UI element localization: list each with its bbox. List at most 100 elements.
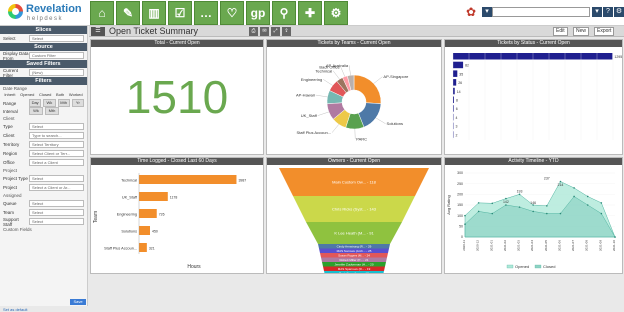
email-icon[interactable]: ✉ [260,27,269,36]
project-type-select[interactable]: Select [29,175,84,182]
gp-icon[interactable]: gp [246,1,270,25]
time-bar[interactable] [139,175,236,184]
interval-option-wk[interactable]: Wk [29,107,43,115]
type-select[interactable]: Select [29,123,84,130]
timeline-point[interactable] [491,213,493,215]
timeline-point[interactable] [601,213,603,215]
timeline-x-tick: 2021-07 [571,240,575,251]
home-icon[interactable]: ⌂ [90,1,114,25]
timeline-point[interactable] [491,202,493,204]
filter-row: QueueSelect [0,199,87,208]
team-select[interactable]: Select [29,209,84,216]
timeline-value-label: 214 [558,183,564,187]
owners-panel: Owners - Current Open Main Custom Ow... … [266,157,442,274]
user-avatar-icon[interactable]: ✿ [466,5,480,19]
timeline-point[interactable] [519,206,521,208]
support-staff-label: Support Staff [3,217,29,227]
menu-icon[interactable]: ☰ [91,27,105,36]
date-range-radio-closed[interactable]: Closed [39,92,51,99]
range-option-yr[interactable]: Yr [72,99,84,107]
queue-select[interactable]: Select [29,200,84,207]
territory-select[interactable]: Select Territory [29,141,84,148]
settings-icon[interactable]: ⚙ [614,7,624,17]
time-bar[interactable] [139,192,168,201]
filters-header: Filters [0,77,87,85]
timeline-point[interactable] [532,211,534,213]
legend-label: Opened [515,264,529,269]
chart-icon[interactable]: ▥ [142,1,166,25]
chat-icon[interactable]: … [194,1,218,25]
timeline-point[interactable] [614,236,616,238]
pie-slice[interactable] [354,75,381,104]
save-button[interactable]: Save [70,299,86,305]
export-button[interactable]: Export [594,27,614,36]
status-bar[interactable] [453,79,456,86]
status-bar-label: 35 [459,72,463,76]
edit-icon[interactable]: ✎ [116,1,140,25]
date-range-radio-worked[interactable]: Worked [69,92,83,99]
set-default-link[interactable]: Set as default [3,307,27,312]
support-staff-select[interactable]: Select [29,218,84,225]
client-select[interactable]: Type to search... [29,132,84,139]
range-option-mth[interactable]: Mth [58,99,70,107]
timeline-point[interactable] [546,205,548,207]
add-icon[interactable]: ✚ [298,1,322,25]
date-range-radio-inherit[interactable]: Inherit [4,92,15,99]
time-bar[interactable] [139,226,150,235]
status-bar[interactable] [453,53,612,60]
current-filter-select[interactable]: (New) [29,69,84,76]
timeline-point[interactable] [478,202,480,204]
status-bar[interactable] [453,70,457,77]
timeline-point[interactable] [478,211,480,213]
owner-funnel-label: Tech Ones (Leo... - 18 [339,272,369,273]
timeline-point[interactable] [587,204,589,206]
global-search-input[interactable] [492,7,590,17]
time-bar[interactable] [139,209,157,218]
slices-select[interactable]: Select [29,35,84,42]
status-bar[interactable] [453,88,455,95]
heart-icon[interactable]: ♡ [220,1,244,25]
settings-icon[interactable]: ⚙ [324,1,348,25]
project-select[interactable]: Select a Client or Ar... [29,184,84,191]
timeline-point[interactable] [464,223,466,225]
expand-icon[interactable]: ⤢ [271,27,280,36]
owners-funnel-chart: Main Custom Ow... - 118Chris Ricks (Syst… [267,165,441,273]
share-icon[interactable]: ⇪ [282,27,291,36]
time-category-label: Staff Plus Accoun... [104,247,137,251]
range-option-day[interactable]: Day [29,99,41,107]
time-category-label: UK_Staff [122,196,138,200]
search-dropdown-icon[interactable]: ▾ [592,7,602,17]
status-bar[interactable] [453,62,463,68]
timeline-point[interactable] [546,213,548,215]
timeline-point[interactable] [587,196,589,198]
timeline-point[interactable] [573,187,575,189]
app-logo[interactable]: Revelation helpdesk [8,3,88,23]
checklist-icon[interactable]: ☑ [168,1,192,25]
timeline-point[interactable] [573,196,575,198]
timeline-point[interactable] [505,204,507,206]
timeline-point[interactable] [464,215,466,217]
sidebar: Slices SelectSelect Source Display Data … [0,26,88,306]
help-icon[interactable]: ? [603,7,613,17]
print-icon[interactable]: ⎙ [249,27,258,36]
timeline-point[interactable] [601,202,603,204]
date-range-radio-opened[interactable]: Opened [20,92,34,99]
display-data-select[interactable]: Custom Filter [29,52,84,59]
user-menu-chevron-icon[interactable]: ▾ [482,7,492,17]
search-icon[interactable]: ⚲ [272,1,296,25]
time-bar[interactable] [139,243,147,252]
owner-funnel-label: Cindy Armstrong (R... - 29 [337,245,372,249]
interval-option-mth[interactable]: Mth [45,107,59,115]
timeline-point[interactable] [519,194,521,196]
date-range-radio-both[interactable]: Both [56,92,64,99]
timeline-y-tick: 300 [457,171,463,175]
timeline-point[interactable] [560,213,562,215]
region-select[interactable]: Select Client or Terr... [29,150,84,157]
new-button[interactable]: New [573,27,589,36]
edit-button[interactable]: Edit [553,27,568,36]
owner-funnel-label: Susan Rogers (M... - 24 [338,254,370,258]
project-section-label: Project [0,167,87,174]
range-option-wk[interactable]: Wk [43,99,55,107]
logo-name: Revelation [26,3,82,15]
office-select[interactable]: Select a Client [29,159,84,166]
